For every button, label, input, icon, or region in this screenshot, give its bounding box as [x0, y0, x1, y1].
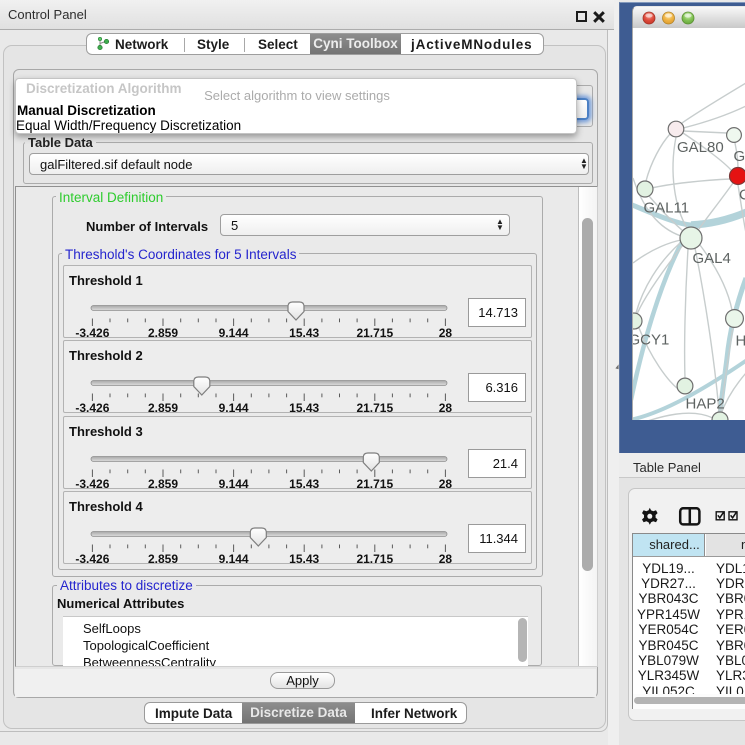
svg-text:-3.426: -3.426	[75, 326, 109, 339]
svg-text:28: 28	[439, 326, 453, 339]
svg-text:GAL4: GAL4	[693, 250, 731, 267]
svg-text:9.144: 9.144	[219, 401, 249, 414]
svg-text:C: C	[739, 187, 745, 204]
svg-text:28: 28	[439, 401, 453, 414]
svg-text:9.144: 9.144	[219, 552, 249, 565]
svg-text:GAL11: GAL11	[644, 200, 690, 217]
svg-text:21.715: 21.715	[356, 552, 393, 565]
svg-text:15.43: 15.43	[289, 477, 319, 490]
svg-text:21.715: 21.715	[356, 477, 393, 490]
svg-text:2.859: 2.859	[148, 477, 178, 490]
svg-text:21.715: 21.715	[356, 326, 393, 339]
svg-text:-3.426: -3.426	[75, 401, 109, 414]
svg-text:9.144: 9.144	[219, 326, 249, 339]
svg-text:28: 28	[439, 477, 453, 490]
svg-text:21.715: 21.715	[356, 401, 393, 414]
svg-text:HAP2: HAP2	[686, 396, 725, 413]
svg-text:15.43: 15.43	[289, 326, 319, 339]
svg-text:H: H	[736, 333, 745, 350]
svg-text:9.144: 9.144	[219, 477, 249, 490]
svg-text:2.859: 2.859	[148, 326, 178, 339]
svg-text:GA: GA	[734, 148, 745, 165]
svg-text:15.43: 15.43	[289, 401, 319, 414]
svg-text:28: 28	[439, 552, 453, 565]
svg-text:15.43: 15.43	[289, 552, 319, 565]
svg-text:GAL80: GAL80	[677, 139, 724, 156]
svg-text:-3.426: -3.426	[75, 552, 109, 565]
svg-text:2.859: 2.859	[148, 552, 178, 565]
svg-text:2.859: 2.859	[148, 401, 178, 414]
svg-text:GCY1: GCY1	[633, 332, 669, 349]
svg-text:-3.426: -3.426	[75, 477, 109, 490]
